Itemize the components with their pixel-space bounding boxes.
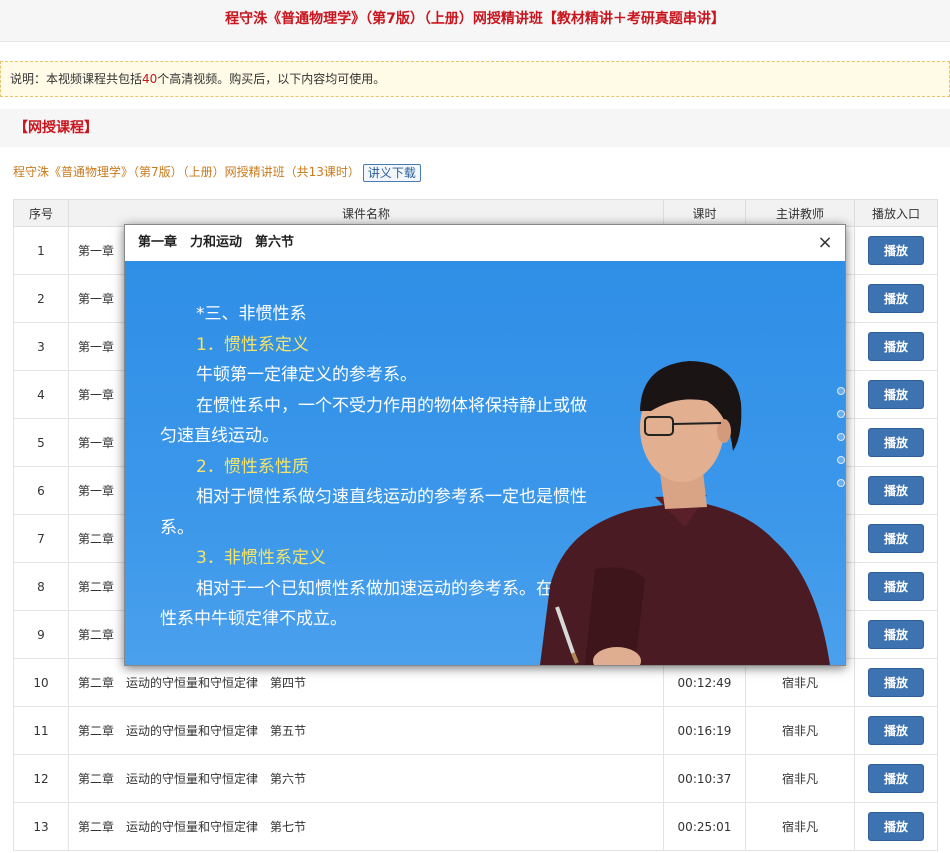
play-cell: 播放 (854, 562, 938, 611)
play-button[interactable]: 播放 (868, 236, 924, 265)
play-cell: 播放 (854, 226, 938, 275)
play-cell: 播放 (854, 658, 938, 707)
course-line: 程守洙《普通物理学》（第7版）（上册）网授精讲班（共13课时） 讲义下载 (13, 162, 421, 182)
side-control-icon[interactable] (837, 479, 845, 487)
play-cell: 播放 (854, 466, 938, 515)
side-control-icon[interactable] (837, 433, 845, 441)
close-icon[interactable]: × (815, 233, 835, 253)
lesson-name: 第二章 运动的守恒量和守恒定律 第七节 (68, 802, 664, 851)
lesson-no: 5 (13, 418, 69, 467)
play-button[interactable]: 播放 (868, 716, 924, 745)
play-button[interactable]: 播放 (868, 524, 924, 553)
modal-title: 第一章 力和运动 第六节 (125, 225, 845, 261)
play-button[interactable]: 播放 (868, 476, 924, 505)
lesson-duration: 00:25:01 (663, 802, 746, 851)
lesson-no: 7 (13, 514, 69, 563)
lesson-no: 6 (13, 466, 69, 515)
header-play: 播放入口 (854, 199, 938, 227)
presenter-figure (540, 361, 830, 665)
lesson-name: 第二章 运动的守恒量和守恒定律 第五节 (68, 706, 664, 755)
play-button[interactable]: 播放 (868, 284, 924, 313)
header-no: 序号 (13, 199, 69, 227)
play-cell: 播放 (854, 514, 938, 563)
slide-line: *三、非惯性系 (196, 304, 307, 324)
notice-count: 40 (142, 72, 158, 86)
notice-suffix: 个高清视频。购买后，以下内容均可使用。 (157, 72, 386, 86)
header-teacher: 主讲教师 (745, 199, 855, 227)
play-button[interactable]: 播放 (868, 380, 924, 409)
side-control-icon[interactable] (837, 387, 845, 395)
play-cell: 播放 (854, 802, 938, 851)
header-name: 课件名称 (68, 199, 664, 227)
lesson-no: 2 (13, 274, 69, 323)
header-duration: 课时 (663, 199, 746, 227)
notice-prefix: 说明：本视频课程共包括 (10, 72, 143, 86)
side-control-icon[interactable] (837, 456, 845, 464)
lesson-no: 1 (13, 226, 69, 275)
play-cell: 播放 (854, 274, 938, 323)
player-side-controls (837, 387, 845, 502)
play-button[interactable]: 播放 (868, 572, 924, 601)
play-cell: 播放 (854, 610, 938, 659)
play-cell: 播放 (854, 706, 938, 755)
table-header-row: 序号 课件名称 课时 主讲教师 播放入口 (13, 199, 938, 227)
lesson-name: 第二章 运动的守恒量和守恒定律 第六节 (68, 754, 664, 803)
lesson-teacher: 宿非凡 (745, 754, 855, 803)
lesson-no: 3 (13, 322, 69, 371)
lesson-teacher: 宿非凡 (745, 706, 855, 755)
play-cell: 播放 (854, 418, 938, 467)
play-cell: 播放 (854, 370, 938, 419)
lesson-no: 4 (13, 370, 69, 419)
lesson-no: 11 (13, 706, 69, 755)
lesson-no: 12 (13, 754, 69, 803)
notice-bar: 说明：本视频课程共包括40个高清视频。购买后，以下内容均可使用。 (0, 61, 950, 97)
lesson-no: 13 (13, 802, 69, 851)
play-button[interactable]: 播放 (868, 812, 924, 841)
play-button[interactable]: 播放 (868, 620, 924, 649)
course-title: 程守洙《普通物理学》（第7版）（上册）网授精讲班（共13课时） (13, 165, 360, 179)
lesson-no: 9 (13, 610, 69, 659)
page: 程守洙《普通物理学》（第7版）（上册）网授精讲班【教材精讲＋考研真题串讲】 说明… (0, 0, 950, 853)
play-button[interactable]: 播放 (868, 332, 924, 361)
video-modal: 第一章 力和运动 第六节 × *三、非惯性系 1．惯性系定义 牛顿第一定律定义的参考… (124, 224, 846, 666)
section-title: 【网授课程】 (0, 109, 950, 147)
side-control-icon[interactable] (837, 410, 845, 418)
play-button[interactable]: 播放 (868, 428, 924, 457)
play-cell: 播放 (854, 754, 938, 803)
play-cell: 播放 (854, 322, 938, 371)
lesson-teacher: 宿非凡 (745, 802, 855, 851)
lesson-duration: 00:16:19 (663, 706, 746, 755)
table-row: 13 第二章 运动的守恒量和守恒定律 第七节 00:25:01 宿非凡 播放 (13, 802, 938, 851)
download-notes-button[interactable]: 讲义下载 (362, 163, 421, 182)
play-button[interactable]: 播放 (868, 668, 924, 697)
play-button[interactable]: 播放 (868, 764, 924, 793)
table-row: 12 第二章 运动的守恒量和守恒定律 第六节 00:10:37 宿非凡 播放 (13, 754, 938, 803)
table-row: 11 第二章 运动的守恒量和守恒定律 第五节 00:16:19 宿非凡 播放 (13, 706, 938, 755)
page-title: 程守洙《普通物理学》（第7版）（上册）网授精讲班【教材精讲＋考研真题串讲】 (0, 0, 950, 42)
video-player[interactable]: *三、非惯性系 1．惯性系定义 牛顿第一定律定义的参考系。 在惯性系中，一个不受力作用… (125, 261, 845, 665)
lesson-no: 10 (13, 658, 69, 707)
lesson-duration: 00:10:37 (663, 754, 746, 803)
lesson-no: 8 (13, 562, 69, 611)
